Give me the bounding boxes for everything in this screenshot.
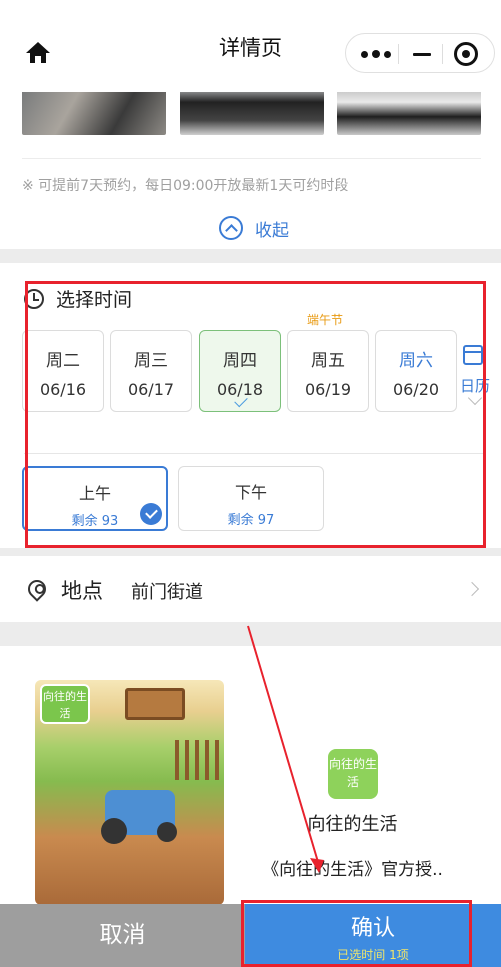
cancel-button[interactable]: 取消: [0, 904, 245, 967]
decor: [175, 740, 224, 780]
app-name: 向往的生活: [307, 814, 398, 835]
location-row[interactable]: 地点 前门街道: [0, 556, 501, 622]
section-gap: [0, 548, 501, 556]
close-icon[interactable]: [454, 42, 478, 66]
venue-photos: [0, 92, 501, 136]
app-icon[interactable]: 向往的生活: [328, 749, 378, 799]
more-icon[interactable]: [360, 47, 392, 61]
booking-notice: ※ 可提前7天预约，每日09:00开放最新1天可约时段: [22, 178, 349, 194]
venue-photo[interactable]: [22, 92, 166, 135]
decor: [125, 688, 185, 720]
location-pin-icon: [24, 576, 50, 602]
collapse-button[interactable]: 收起: [219, 214, 289, 242]
minimize-icon[interactable]: [412, 44, 434, 64]
venue-photo[interactable]: [337, 92, 481, 135]
annotation-highlight-box: [25, 281, 486, 548]
chevron-right-icon: [464, 581, 480, 597]
section-gap: [0, 622, 501, 646]
location-value: 前门街道: [131, 582, 203, 603]
app-description: 《向往的生活》官方授..: [262, 860, 443, 880]
divider: [22, 158, 481, 159]
nav-bar: 详情页: [0, 0, 501, 92]
collapse-label: 收起: [255, 220, 289, 241]
chevron-up-icon: [219, 216, 243, 240]
capsule-divider: [442, 44, 443, 64]
location-title: 地点: [61, 579, 103, 603]
venue-photo[interactable]: [180, 92, 324, 135]
annotation-highlight-box: [241, 900, 472, 967]
section-gap: [0, 249, 501, 263]
mini-program-capsule: [345, 33, 495, 73]
capsule-divider: [398, 44, 399, 64]
game-logo: 向往的生活: [40, 684, 90, 724]
